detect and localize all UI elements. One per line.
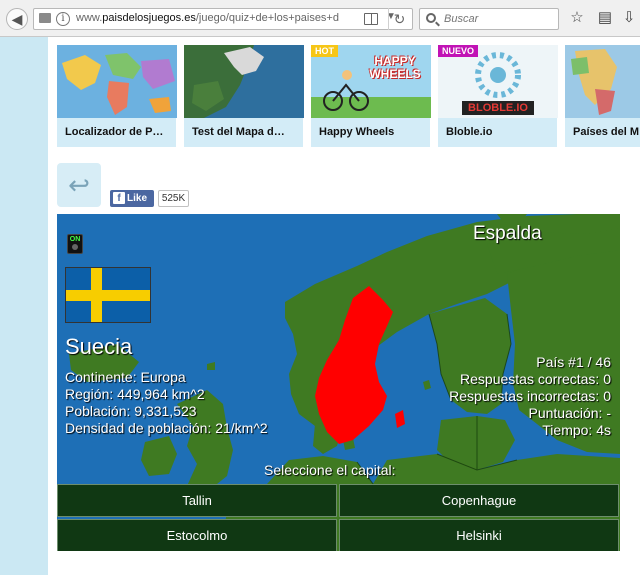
info-density: Densidad de población: 21/km^2	[65, 420, 268, 436]
answer-grid: Tallin Copenhague Estocolmo Helsinki	[57, 482, 620, 551]
like-count: 525K	[158, 190, 189, 207]
search-input[interactable]	[444, 12, 554, 26]
page-folder-icon	[39, 13, 51, 23]
like-label: Like	[127, 193, 148, 204]
left-sidebar	[0, 37, 48, 575]
stat-country-index: País #1 / 46	[536, 354, 611, 370]
info-population: Población: 9,331,523	[65, 403, 197, 419]
thumb-title[interactable]: Test del Mapa d…	[192, 126, 300, 138]
hot-badge: HOT	[311, 45, 338, 57]
thumb-image	[57, 45, 177, 118]
stat-correct: Respuestas correctas: 0	[460, 371, 611, 387]
stat-score: Puntuación: -	[528, 405, 612, 421]
facebook-icon: f	[113, 192, 125, 204]
url-prefix: www.	[76, 12, 103, 24]
thumb-image	[184, 45, 304, 118]
happy-wheels-logo: HAPPY WHEELS	[369, 54, 421, 81]
game-thumb-test-mapa[interactable]: Test del Mapa d…	[184, 45, 304, 147]
reader-view-icon[interactable]	[364, 13, 378, 25]
bookmarks-list-icon[interactable]: ▤	[596, 9, 614, 27]
stat-incorrect: Respuestas incorrectas: 0	[449, 388, 611, 404]
flag-cross-vertical	[91, 268, 102, 322]
thumb-image	[565, 45, 640, 118]
bloble-logo: BLOBLE.IO	[468, 102, 528, 114]
facebook-like-button[interactable]: f Like	[110, 190, 154, 207]
answer-button-helsinki[interactable]: Helsinki	[339, 519, 619, 551]
answer-button-tallin[interactable]: Tallin	[57, 484, 337, 517]
url-domain: paisdelosjuegos.es	[102, 12, 196, 24]
browser-back-icon[interactable]: ◀	[6, 8, 28, 30]
site-info-icon[interactable]: i	[56, 12, 70, 26]
thumb-title[interactable]: Países del M	[573, 126, 640, 138]
game-thumb-localizador[interactable]: Localizador de P…	[57, 45, 177, 147]
sweden-flag	[65, 267, 151, 323]
address-text[interactable]: www.paisdelosjuegos.es/juego/quiz+de+los…	[76, 12, 356, 24]
url-path: /juego/quiz+de+los+paises+d	[195, 12, 339, 24]
related-games-strip: Localizador de P… Test del Mapa d… HAPPY…	[57, 45, 640, 147]
stat-time: Tiempo: 4s	[542, 422, 611, 438]
search-bar[interactable]	[419, 8, 559, 30]
thumb-title[interactable]: Localizador de P…	[65, 126, 173, 138]
game-thumb-paises[interactable]: Países del M	[565, 45, 640, 147]
address-bar[interactable]: i www.paisdelosjuegos.es/juego/quiz+de+l…	[33, 8, 413, 30]
bookmark-star-icon[interactable]: ☆	[568, 9, 586, 27]
solution-label: Espalda	[473, 223, 542, 244]
flag-cross-horizontal	[66, 290, 150, 301]
thumb-title[interactable]: Happy Wheels	[319, 126, 427, 138]
new-badge: NUEVO	[438, 45, 479, 57]
quiz-game: ON Espalda Suecia Continente: Europa Reg…	[57, 214, 620, 551]
reload-icon[interactable]: ↻	[388, 8, 410, 30]
downloads-icon[interactable]: ⇩	[620, 9, 638, 27]
search-icon	[426, 13, 436, 23]
browser-toolbar: ◀ i www.paisdelosjuegos.es/juego/quiz+de…	[0, 0, 640, 37]
info-region: Región: 449,964 km^2	[65, 386, 205, 402]
back-arrow-icon: ↩	[68, 170, 90, 200]
country-name: Suecia	[65, 334, 133, 359]
game-thumb-happy-wheels[interactable]: HAPPY WHEELS HOT Happy Wheels	[311, 45, 431, 147]
thumb-title[interactable]: Bloble.io	[446, 126, 554, 138]
question-prompt: Seleccione el capital:	[264, 462, 396, 478]
answer-button-estocolmo[interactable]: Estocolmo	[57, 519, 337, 551]
answer-button-copenhague[interactable]: Copenhague	[339, 484, 619, 517]
sound-toggle-icon[interactable]: ON	[67, 234, 83, 254]
info-continent: Continente: Europa	[65, 369, 186, 385]
game-thumb-bloble[interactable]: BLOBLE.IO NUEVO Bloble.io	[438, 45, 558, 147]
back-button[interactable]: ↩	[57, 163, 101, 207]
